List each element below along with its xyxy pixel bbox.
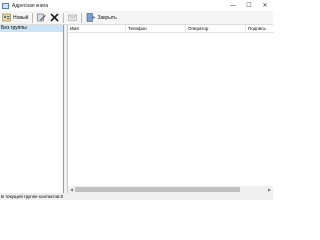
scroll-left-icon[interactable]: ◀ [68, 186, 75, 193]
new-contact-label: Новый [13, 14, 29, 21]
close-book-label: Закрыть [97, 14, 117, 21]
column-header-name[interactable]: Имя [68, 25, 126, 32]
scroll-track[interactable] [75, 187, 266, 192]
toolbar: Новый Закрыть [0, 11, 273, 25]
toolbar-separator [32, 12, 34, 23]
horizontal-scrollbar[interactable]: ◀ ▶ [68, 186, 273, 193]
message-button[interactable] [66, 12, 79, 23]
edit-contact-button[interactable] [35, 12, 48, 23]
envelope-icon [68, 13, 78, 22]
scroll-right-icon[interactable]: ▶ [266, 186, 273, 193]
close-book-icon [86, 13, 96, 22]
group-item-no-group[interactable]: Без группы [0, 25, 63, 32]
close-button[interactable]: ✕ [257, 0, 273, 11]
column-header-phone[interactable]: Телефон [126, 25, 186, 32]
list-header: Имя Телефон Оператор Подпись [68, 25, 274, 33]
column-header-signature[interactable]: Подпись [246, 25, 274, 32]
title-bar: Адресная книга — ☐ ✕ [0, 0, 273, 11]
column-header-operator[interactable]: Оператор [186, 25, 246, 32]
delete-contact-button[interactable] [48, 12, 61, 23]
groups-tree[interactable]: Без группы [0, 25, 64, 193]
maximize-button[interactable]: ☐ [241, 0, 257, 11]
address-book-icon [2, 2, 9, 9]
window-title: Адресная книга [12, 2, 49, 9]
status-bar: В текущей группе контактов:0 [0, 193, 273, 200]
app-window: Адресная книга — ☐ ✕ Новый Закрыть Без г… [0, 0, 274, 200]
delete-icon [50, 13, 60, 22]
scroll-thumb[interactable] [75, 187, 240, 192]
new-contact-icon [2, 13, 11, 22]
close-book-button[interactable]: Закрыть [84, 12, 118, 23]
edit-contact-icon [37, 13, 47, 22]
new-contact-button[interactable]: Новый [0, 12, 30, 23]
window-controls: — ☐ ✕ [225, 0, 273, 11]
contacts-list[interactable]: Имя Телефон Оператор Подпись ◀ ▶ [67, 25, 274, 193]
minimize-button[interactable]: — [225, 0, 241, 11]
toolbar-separator [63, 12, 65, 23]
toolbar-separator [81, 12, 83, 23]
